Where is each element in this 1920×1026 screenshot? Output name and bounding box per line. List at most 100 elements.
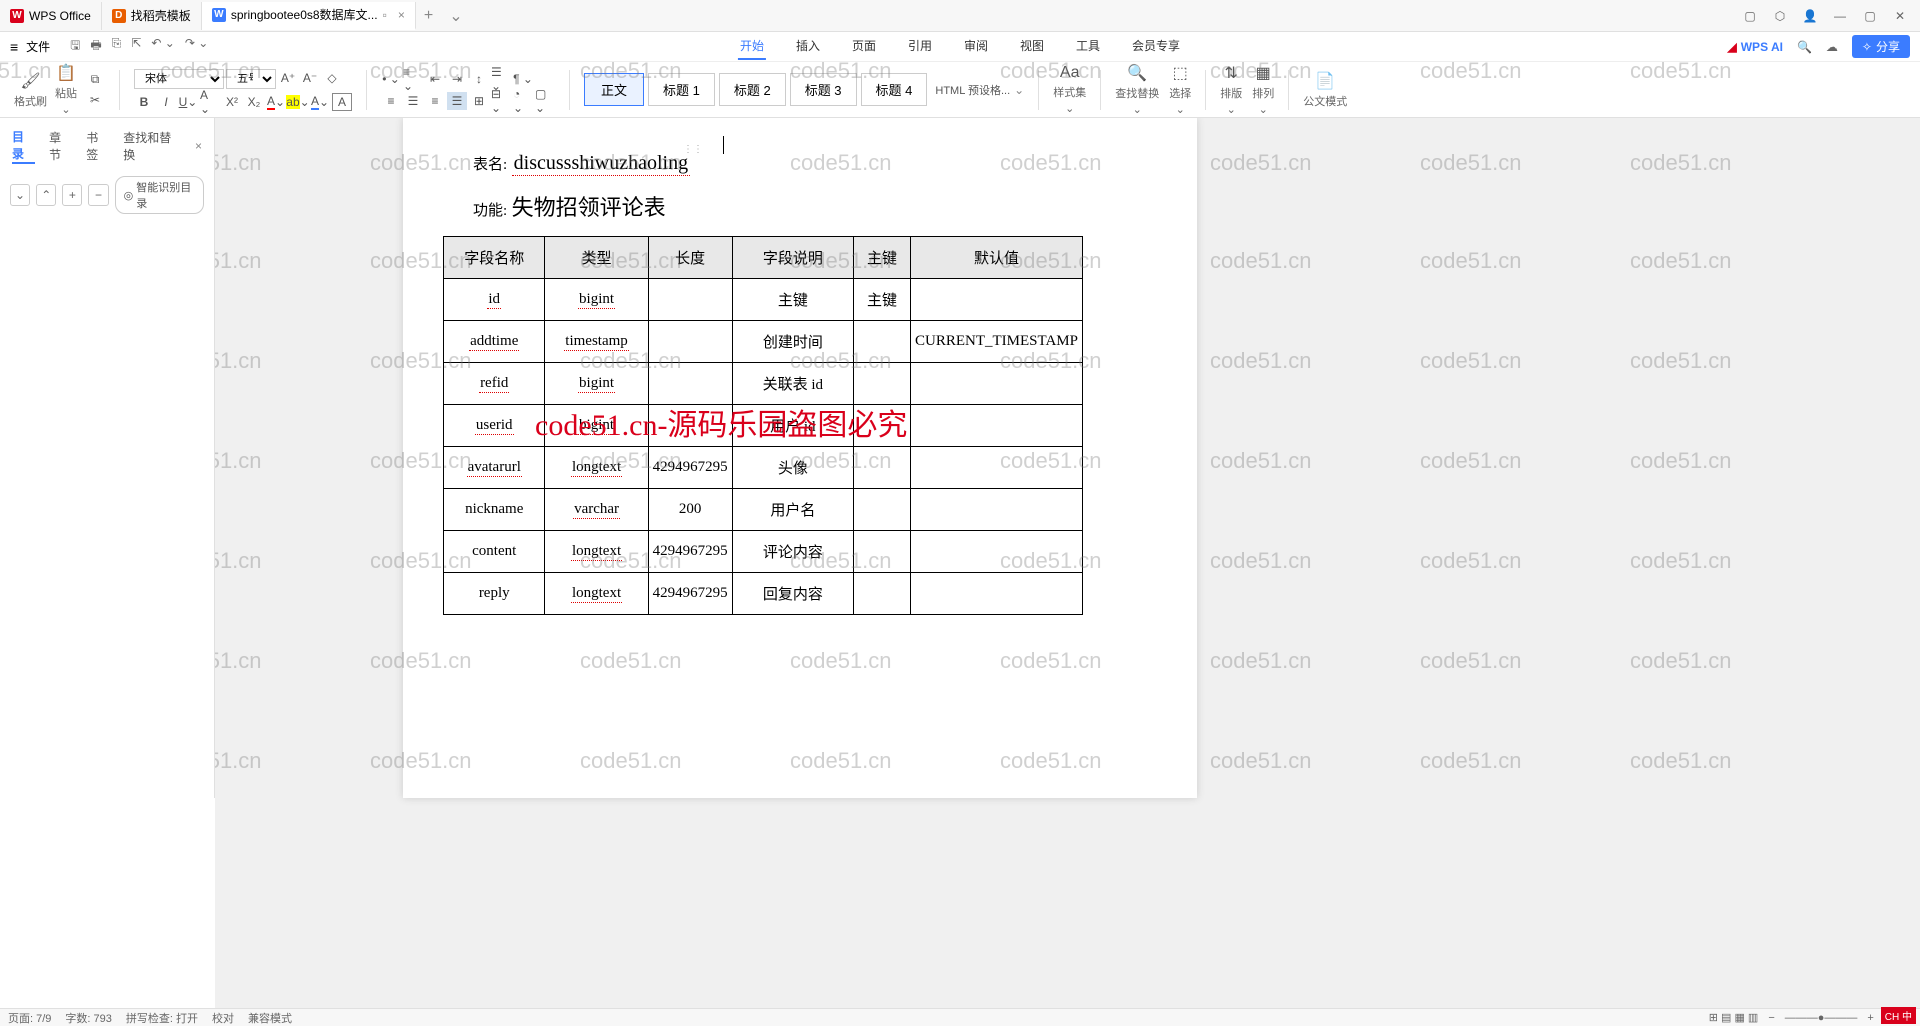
hamburger-icon[interactable]: ≡ bbox=[10, 39, 18, 55]
zoom-slider[interactable]: ———●——— bbox=[1785, 1012, 1858, 1024]
save-icon[interactable]: 🖫 bbox=[70, 36, 80, 57]
font-select[interactable]: 宋体 bbox=[134, 69, 224, 89]
print-preview-icon[interactable]: ⎘ bbox=[112, 36, 122, 57]
distribute-icon[interactable]: ⊞ bbox=[469, 92, 489, 110]
tab-wps-office[interactable]: W WPS Office bbox=[0, 2, 102, 30]
cloud-icon[interactable]: ☁ bbox=[1826, 40, 1838, 54]
paste-button[interactable]: 📋粘贴 ⌄ bbox=[55, 63, 77, 116]
style-h3[interactable]: 标题 3 bbox=[790, 73, 857, 106]
print-icon[interactable]: 🖶 bbox=[90, 36, 101, 57]
table-row[interactable]: refidbigint关联表 id bbox=[444, 363, 1083, 405]
maximize-button[interactable]: ▢ bbox=[1856, 4, 1884, 28]
file-menu[interactable]: 文件 bbox=[26, 38, 50, 55]
font-size-select[interactable]: 五号 bbox=[226, 69, 276, 89]
strikethrough-icon[interactable]: A ⌄ bbox=[200, 93, 220, 111]
menu-tools[interactable]: 工具 bbox=[1074, 33, 1102, 60]
app-icon-2[interactable]: ⬡ bbox=[1766, 4, 1794, 28]
style-set-button[interactable]: Aа样式集 ⌄ bbox=[1053, 64, 1086, 115]
underline-icon[interactable]: U ⌄ bbox=[178, 93, 198, 111]
find-replace-button[interactable]: 🔍查找替换 ⌄ bbox=[1115, 63, 1159, 116]
menu-insert[interactable]: 插入 bbox=[794, 33, 822, 60]
drag-handle-icon[interactable]: ⋮⋮ bbox=[683, 144, 703, 155]
menu-view[interactable]: 视图 bbox=[1018, 33, 1046, 60]
menu-reference[interactable]: 引用 bbox=[906, 33, 934, 60]
style-more-icon[interactable]: ⌄ bbox=[1014, 83, 1024, 97]
menu-page[interactable]: 页面 bbox=[850, 33, 878, 60]
font-color-icon[interactable]: A ⌄ bbox=[266, 93, 286, 111]
italic-icon[interactable]: I bbox=[156, 93, 176, 111]
tab-menu-icon[interactable]: ▫ bbox=[383, 8, 387, 22]
style-h4[interactable]: 标题 4 bbox=[861, 73, 928, 106]
char-border-icon[interactable]: A bbox=[332, 93, 352, 111]
style-html-preset[interactable]: HTML 预设格... bbox=[935, 82, 1010, 98]
table-row[interactable]: addtimetimestamp创建时间CURRENT_TIMESTAMP bbox=[444, 321, 1083, 363]
border-icon[interactable]: ▢ ⌄ bbox=[535, 92, 555, 110]
nav-smart-button[interactable]: ◎ 智能识别目录 bbox=[115, 176, 204, 214]
shading-icon[interactable]: ◔ ⌄ bbox=[513, 92, 533, 110]
status-page[interactable]: 页面: 7/9 bbox=[8, 1010, 51, 1026]
schema-table[interactable]: 字段名称 类型 长度 字段说明 主键 默认值 idbigint主键主键addti… bbox=[443, 236, 1083, 615]
cut-icon[interactable]: ✂ bbox=[85, 91, 105, 109]
number-list-icon[interactable]: ≡ ⌄ bbox=[403, 70, 423, 88]
nav-down-icon[interactable]: ⌄ bbox=[10, 184, 30, 206]
share-button[interactable]: ✧ 分享 bbox=[1852, 35, 1910, 58]
bullet-list-icon[interactable]: • ⌄ bbox=[381, 70, 401, 88]
tab-menu-button[interactable]: ⌄ bbox=[441, 6, 470, 26]
view-mode-icon[interactable]: ⊞ ▤ ▦ ▥ bbox=[1709, 1011, 1759, 1024]
line-spacing-icon[interactable]: ☰ ⌄ bbox=[491, 70, 511, 88]
select-button[interactable]: ⬚选择 ⌄ bbox=[1169, 63, 1191, 116]
nav-tab-toc[interactable]: 目录 bbox=[12, 128, 35, 164]
nav-remove-icon[interactable]: − bbox=[88, 184, 108, 206]
search-icon[interactable]: 🔍 bbox=[1797, 40, 1812, 54]
tab-document[interactable]: W springbootee0s8数据库文... ▫ × bbox=[202, 2, 416, 30]
status-mode[interactable]: 兼容模式 bbox=[248, 1010, 292, 1026]
tab-template[interactable]: D 找稻壳模板 bbox=[102, 2, 202, 30]
app-icon-1[interactable]: ▢ bbox=[1736, 4, 1764, 28]
char-shading-icon[interactable]: A ⌄ bbox=[310, 93, 330, 111]
nav-close-icon[interactable]: × bbox=[195, 139, 202, 153]
clear-format-icon[interactable]: ◇ bbox=[322, 69, 342, 87]
arrange-button[interactable]: ▦排列 ⌄ bbox=[1252, 63, 1274, 116]
nav-tab-chapter[interactable]: 章节 bbox=[49, 129, 72, 163]
text-direction-icon[interactable]: ↕ bbox=[469, 70, 489, 88]
copy-icon[interactable]: ⧉ bbox=[85, 71, 105, 89]
bold-icon[interactable]: B bbox=[134, 93, 154, 111]
wps-ai-button[interactable]: ◢WPS AI bbox=[1728, 40, 1783, 54]
minimize-button[interactable]: — bbox=[1826, 4, 1854, 28]
table-row[interactable]: avatarurllongtext4294967295头像 bbox=[444, 447, 1083, 489]
close-button[interactable]: ✕ bbox=[1886, 4, 1914, 28]
align-justify-icon[interactable]: ☰ bbox=[447, 92, 467, 110]
style-h2[interactable]: 标题 2 bbox=[719, 73, 786, 106]
subscript-icon[interactable]: X₂ bbox=[244, 93, 264, 111]
menu-member[interactable]: 会员专享 bbox=[1130, 33, 1182, 60]
export-icon[interactable]: ⇱ bbox=[131, 36, 141, 57]
align-left-icon[interactable]: ≡ bbox=[381, 92, 401, 110]
style-body[interactable]: 正文 bbox=[584, 73, 644, 106]
undo-icon[interactable]: ↶ ⌄ bbox=[151, 36, 174, 57]
table-row[interactable]: nicknamevarchar200用户名 bbox=[444, 489, 1083, 531]
tab-icon[interactable]: ⊟ ⌄ bbox=[491, 92, 511, 110]
sort-button[interactable]: ⇅排版 ⌄ bbox=[1220, 63, 1242, 116]
nav-add-icon[interactable]: + bbox=[62, 184, 82, 206]
highlight-icon[interactable]: ab ⌄ bbox=[288, 93, 308, 111]
increase-indent-icon[interactable]: ⇥ bbox=[447, 70, 467, 88]
decrease-indent-icon[interactable]: ⇤ bbox=[425, 70, 445, 88]
align-center-icon[interactable]: ☰ bbox=[403, 92, 423, 110]
table-row[interactable]: contentlongtext4294967295评论内容 bbox=[444, 531, 1083, 573]
format-brush-button[interactable]: 🖌格式刷 bbox=[14, 71, 47, 109]
nav-tab-find[interactable]: 查找和替换 bbox=[123, 129, 181, 163]
status-spell[interactable]: 拼写检查: 打开 bbox=[126, 1010, 198, 1026]
table-row[interactable]: idbigint主键主键 bbox=[444, 279, 1083, 321]
avatar[interactable]: 👤 bbox=[1796, 4, 1824, 28]
table-row[interactable]: replylongtext4294967295回复内容 bbox=[444, 573, 1083, 615]
status-words[interactable]: 字数: 793 bbox=[65, 1010, 111, 1026]
style-h1[interactable]: 标题 1 bbox=[648, 73, 715, 106]
align-right-icon[interactable]: ≡ bbox=[425, 92, 445, 110]
zoom-out-icon[interactable]: − bbox=[1768, 1012, 1774, 1024]
status-proof[interactable]: 校对 bbox=[212, 1010, 234, 1026]
nav-tab-bookmark[interactable]: 书签 bbox=[86, 129, 109, 163]
superscript-icon[interactable]: X² bbox=[222, 93, 242, 111]
show-marks-icon[interactable]: ¶ ⌄ bbox=[513, 70, 533, 88]
page[interactable]: ⋮⋮ 表名: discussshiwuzhaoling 功能: 失物招领评论表 … bbox=[403, 118, 1197, 798]
gov-mode-button[interactable]: 📄公文模式 bbox=[1303, 71, 1347, 109]
